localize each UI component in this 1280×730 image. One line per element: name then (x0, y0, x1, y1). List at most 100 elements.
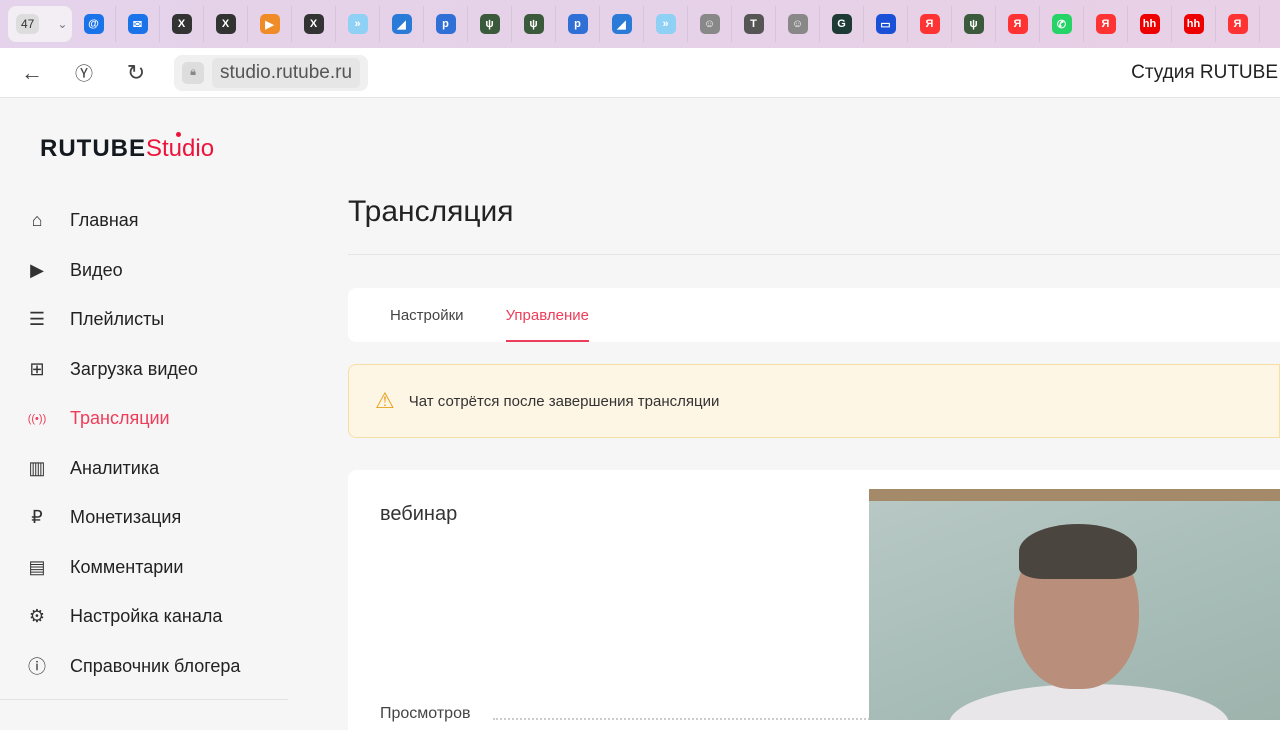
sidebar-item-analytics[interactable]: ▥ Аналитика (24, 444, 240, 494)
home-icon: ⌂ (31, 210, 43, 231)
wave-icon: ◢ (611, 14, 632, 34)
browser-tab[interactable]: » (336, 6, 380, 42)
webcam-overlay (869, 489, 1280, 720)
browser-tab[interactable]: G (820, 6, 864, 42)
broadcast-icon: ((•)) (27, 412, 47, 425)
sidebar-item-comments[interactable]: ▤ Комментарии (24, 543, 240, 593)
browser-tab[interactable]: ☺ (688, 6, 732, 42)
video-icon: ▶ (30, 259, 44, 280)
tab-count: 47 (16, 14, 40, 34)
chef-icon: ☺ (699, 14, 720, 34)
browser-tab[interactable]: Я (996, 6, 1040, 42)
p-icon: p (567, 14, 588, 34)
mail-envelope-icon: ✉ (127, 14, 148, 34)
browser-tab[interactable]: ✆ (1040, 6, 1084, 42)
browser-tab[interactable]: p (424, 6, 468, 42)
browser-tab[interactable]: X (160, 6, 204, 42)
browser-tab[interactable]: X (292, 6, 336, 42)
sidebar-item-label: Монетизация (70, 507, 182, 528)
sidebar-item-streams[interactable]: ((•)) Трансляции (24, 394, 240, 444)
info-icon: ⓘ (28, 657, 46, 678)
logo-product: Studio (146, 135, 215, 162)
sidebar-item-label: Загрузка видео (70, 358, 198, 379)
browser-tab[interactable]: ▭ (864, 6, 908, 42)
browser-tab[interactable]: Я (908, 6, 952, 42)
tab-management[interactable]: Управление (505, 288, 590, 342)
sidebar-item-home[interactable]: ⌂ Главная (24, 196, 240, 246)
browser-tab[interactable]: ψ (952, 6, 996, 42)
browser-tab[interactable]: ψ (512, 6, 556, 42)
sidebar: RUTUBE Studio ⌂ Главная ▶ Видео ☰ Плейлисты ⊞ За… (0, 99, 290, 720)
p-icon: p (435, 14, 456, 34)
page-title: Трансляция (348, 195, 514, 228)
url-text: studio.rutube.ru (212, 57, 361, 88)
list-icon: ☰ (28, 309, 46, 330)
yandex-button[interactable]: Ⓨ (64, 53, 104, 93)
back-button[interactable]: ← (12, 53, 52, 93)
chef-icon: ☺ (787, 14, 808, 34)
browser-tab[interactable]: p (556, 6, 600, 42)
t-icon: T (743, 14, 764, 34)
url-field[interactable]: 🔒︎ studio.rutube.ru (174, 54, 369, 91)
browser-tab[interactable]: @ (72, 6, 116, 42)
sidebar-item-channel-settings[interactable]: ⚙ Настройка канала (24, 592, 240, 642)
browser-tab[interactable]: ◢ (380, 6, 424, 42)
upload-icon: ⊞ (29, 358, 45, 379)
sidebar-item-upload[interactable]: ⊞ Загрузка видео (24, 345, 240, 395)
deer-icon: ψ (963, 14, 984, 34)
browser-tab[interactable]: T (732, 6, 776, 42)
sidebar-item-blogger-guide[interactable]: ⓘ Справочник блогера (24, 642, 240, 692)
sidebar-item-monetization[interactable]: ₽ Монетизация (24, 493, 240, 543)
browser-tab[interactable]: Я (1216, 6, 1260, 42)
browser-tab[interactable]: » (644, 6, 688, 42)
tabs: Настройки Управление (348, 288, 1280, 342)
comment-icon: ▤ (28, 556, 46, 577)
sidebar-item-label: Комментарии (70, 556, 184, 577)
warning-banner: ⚠ Чат сотрётся после завершения трансляц… (348, 364, 1280, 438)
arrows-icon: » (347, 14, 368, 34)
browser-tab[interactable]: ◢ (600, 6, 644, 42)
logo-brand: RUTUBE (40, 135, 146, 162)
warning-text: Чат сотрётся после завершения трансляции (408, 392, 720, 410)
deer-icon: ψ (523, 14, 544, 34)
hh-icon: hh (1183, 14, 1204, 34)
sidebar-item-playlists[interactable]: ☰ Плейлисты (24, 295, 240, 345)
browser-tab[interactable]: hh (1172, 6, 1216, 42)
x-tab-icon: X (171, 14, 192, 34)
arrows-icon: » (655, 14, 676, 34)
page-title-text: Студия RUTUBE (1131, 61, 1278, 83)
sidebar-item-label: Аналитика (70, 457, 160, 478)
warning-icon: ⚠ (375, 388, 395, 413)
stream-title: вебинар (380, 503, 458, 525)
sidebar-item-label: Настройка канала (70, 606, 223, 627)
yandex-icon: Я (1095, 14, 1116, 34)
address-bar: ← Ⓨ ↻ 🔒︎ studio.rutube.ru Студия RUTUBE (0, 48, 1280, 98)
browser-tab[interactable]: X (204, 6, 248, 42)
wave-icon: ◢ (391, 14, 412, 34)
sidebar-divider (0, 699, 288, 700)
sidebar-item-label: Справочник блогера (70, 655, 241, 676)
tab-count-button[interactable]: 47 ⌄ (8, 6, 72, 42)
browser-tab[interactable]: ψ (468, 6, 512, 42)
chevron-down-icon: ⌄ (57, 17, 68, 31)
gc-icon: G (831, 14, 852, 34)
rutube-studio-logo[interactable]: RUTUBE Studio (40, 132, 215, 163)
hh-icon: hh (1139, 14, 1160, 34)
ruble-icon: ₽ (31, 507, 43, 528)
sidebar-item-label: Главная (70, 210, 139, 231)
browser-tab[interactable]: ✉ (116, 6, 160, 42)
sidebar-nav: ⌂ Главная ▶ Видео ☰ Плейлисты ⊞ Загрузка видео (… (24, 196, 241, 692)
browser-tab[interactable]: hh (1128, 6, 1172, 42)
x-tab-icon: X (215, 14, 236, 34)
reload-button[interactable]: ↻ (116, 53, 156, 93)
browser-tab[interactable]: Я (1084, 6, 1128, 42)
play-icon: ▶ (259, 14, 280, 34)
x-tab-icon: X (303, 14, 324, 34)
tab-settings[interactable]: Настройки (390, 288, 464, 342)
yandex-icon: Я (1227, 14, 1248, 34)
browser-tab[interactable]: ▶ (248, 6, 292, 42)
mail-at-icon: @ (83, 14, 104, 34)
browser-tab-strip: 47 ⌄ @ ✉ X X ▶ X » ◢ p ψ ψ p ◢ » ☺ T ☺ G ▭ Яψ Я ✆ Яhh hh Я (0, 0, 1280, 48)
sidebar-item-video[interactable]: ▶ Видео (24, 246, 240, 296)
browser-tab[interactable]: ☺ (776, 6, 820, 42)
